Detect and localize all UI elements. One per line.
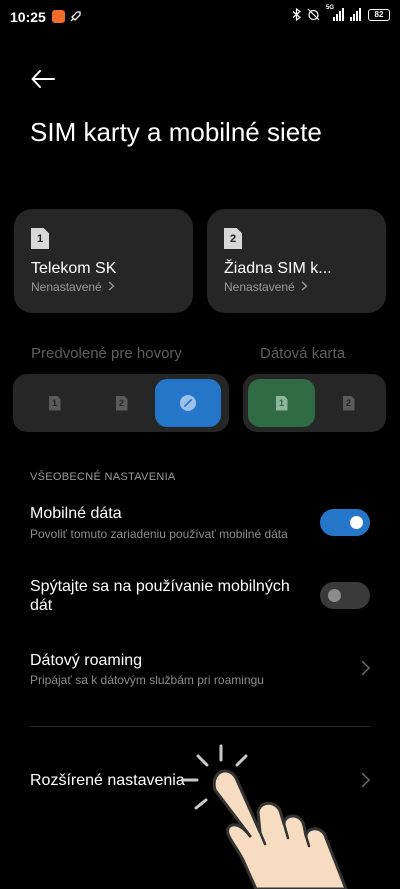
- page-title: SIM karty a mobilné siete: [30, 117, 322, 147]
- sim-1-status: Nenastavené: [31, 280, 115, 294]
- data-sim-selector: 1 2: [243, 374, 386, 432]
- ask-before-data-toggle[interactable]: [320, 582, 370, 609]
- ask-before-data-title-line1: Spýtajte sa na používanie mobilných: [30, 578, 290, 595]
- signal-5g-icon: 5G: [326, 5, 344, 21]
- back-button[interactable]: [26, 62, 60, 96]
- sim-1-status-label: Nenastavené: [31, 280, 102, 294]
- sim-2-status-label: Nenastavené: [224, 280, 295, 294]
- status-time: 10:25: [10, 9, 46, 25]
- sim-1-icon: 1: [48, 395, 61, 411]
- sim-2-icon: 2: [342, 395, 355, 411]
- toggle-knob: [328, 589, 341, 602]
- data-card-label: Dátová karta: [260, 345, 346, 362]
- data-roaming-title: Dátový roaming: [30, 652, 143, 669]
- divider: [30, 726, 370, 727]
- calls-default-label: Predvolené pre hovory: [31, 345, 182, 362]
- mobile-data-subtitle: Povoliť tomuto zariadeniu používať mobil…: [30, 527, 288, 541]
- tap-hand-icon: [180, 744, 348, 889]
- rocket-icon: [70, 11, 81, 22]
- ask-before-data-title-line2: dát: [30, 597, 53, 614]
- general-settings-header: VŠEOBECNÉ NASTAVENIA: [30, 471, 176, 483]
- calls-option-sim-2[interactable]: 2: [88, 379, 155, 427]
- bluetooth-icon: [292, 8, 301, 21]
- battery-indicator: 82: [368, 8, 390, 21]
- sim-2-icon: 2: [224, 228, 242, 249]
- arrow-left-icon: [31, 70, 55, 88]
- sim-2-status: Nenastavené: [224, 280, 308, 294]
- sim-1-name: Telekom SK: [31, 260, 117, 277]
- mobile-data-toggle[interactable]: [320, 509, 370, 536]
- alarm-off-icon: [307, 8, 320, 21]
- sim-card-2[interactable]: 2 Žiadna SIM k... Nenastavené: [207, 209, 386, 313]
- status-bar: 10:25 5G 82: [0, 0, 400, 36]
- sim-2-name: Žiadna SIM k...: [224, 260, 332, 277]
- app-notification-icon: [52, 10, 65, 23]
- chevron-right-icon: [361, 660, 371, 676]
- calls-sim-selector: 1 2: [13, 374, 229, 432]
- data-option-sim-2[interactable]: 2: [315, 379, 382, 427]
- ask-every-time-icon: [180, 395, 196, 411]
- data-option-sim-1[interactable]: 1: [248, 379, 315, 427]
- chevron-right-icon: [301, 281, 308, 291]
- advanced-settings-title: Rozšírené nastavenia: [30, 772, 185, 789]
- status-icons: 5G 82: [292, 5, 390, 21]
- calls-option-ask[interactable]: [155, 379, 221, 427]
- toggle-knob: [350, 516, 363, 529]
- sim-1-icon: 1: [275, 395, 288, 411]
- sim-2-icon: 2: [115, 395, 128, 411]
- mobile-data-title: Mobilné dáta: [30, 505, 122, 522]
- sim-card-1[interactable]: 1 Telekom SK Nenastavené: [14, 209, 193, 313]
- signal-icon: [350, 8, 361, 21]
- calls-option-sim-1[interactable]: 1: [21, 379, 88, 427]
- sim-1-icon: 1: [31, 228, 49, 249]
- data-roaming-subtitle: Pripájať sa k dátovým službám pri roamin…: [30, 673, 264, 687]
- chevron-right-icon: [108, 281, 115, 291]
